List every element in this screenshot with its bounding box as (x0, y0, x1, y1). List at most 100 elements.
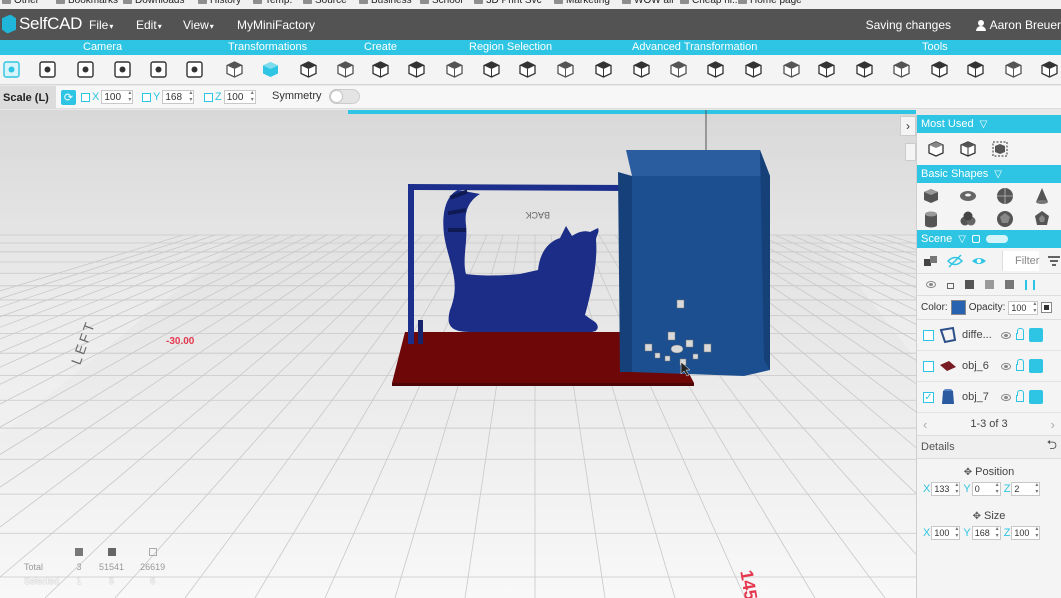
bookmark-item[interactable]: Home page (738, 0, 802, 6)
menu-file[interactable]: File▾ (89, 18, 113, 32)
select-region-icon[interactable] (445, 60, 464, 79)
tool-cube-icon[interactable] (855, 60, 874, 79)
scale-x-checkbox[interactable] (81, 92, 90, 102)
extrude-icon[interactable] (594, 60, 613, 79)
bookmark-item[interactable]: School (420, 0, 463, 6)
refresh-icon[interactable]: ⟳ (61, 90, 76, 105)
cube-wire-icon[interactable] (985, 280, 994, 289)
basic-shapes-header[interactable]: Basic Shapes ▽ (917, 165, 1061, 183)
taper-icon[interactable] (706, 60, 725, 79)
cube-open-icon[interactable] (927, 140, 945, 158)
camera-focus-icon[interactable] (38, 60, 57, 79)
tool-cube-split-icon[interactable] (1004, 60, 1023, 79)
bookmark-item[interactable]: Business (359, 0, 412, 6)
scene-header[interactable]: Scene ▽ (917, 230, 1061, 248)
menu-view[interactable]: View▾ (183, 18, 214, 32)
category-region-selection[interactable]: Region Selection (469, 41, 552, 53)
rotate-object-icon[interactable] (299, 60, 318, 79)
bookmark-item[interactable]: WOW all (622, 0, 673, 6)
subdivide-icon[interactable] (632, 60, 651, 79)
bookmark-item[interactable]: Marketing (554, 0, 610, 6)
most-used-header[interactable]: Most Used ▽ (917, 115, 1061, 133)
tool-cube-wire-icon[interactable] (892, 60, 911, 79)
twist-icon[interactable] (744, 60, 763, 79)
bookmark-item[interactable]: Temp. (253, 0, 292, 6)
cube-select-icon[interactable] (991, 140, 1009, 158)
bevel-icon[interactable] (669, 60, 688, 79)
scene-object-row[interactable]: obj_6 (917, 351, 1061, 382)
select-vertex-icon[interactable] (556, 60, 575, 79)
collapse-panel-button[interactable]: › (900, 116, 916, 136)
tool-cut-icon[interactable] (1040, 60, 1059, 79)
box-model[interactable] (618, 150, 770, 376)
panel-handle[interactable] (905, 143, 916, 161)
bookmark-item[interactable]: Bookmarks (56, 0, 118, 6)
cube-icon[interactable] (1029, 359, 1043, 373)
position-x-input[interactable]: 133 (931, 482, 961, 496)
position-z-input[interactable]: 2 (1011, 482, 1041, 496)
camera-360-icon[interactable] (2, 60, 21, 79)
cube-solid-icon[interactable] (261, 60, 280, 79)
eye-icon[interactable] (1001, 362, 1011, 370)
bookmark-item[interactable]: Downloads (123, 0, 184, 6)
scale-y-input[interactable]: 168 (162, 90, 195, 104)
cylinder-shape-icon[interactable] (922, 210, 940, 228)
bookmark-item[interactable]: Other (2, 0, 39, 6)
ball-shape-icon[interactable] (996, 210, 1014, 228)
size-x-input[interactable]: 100 (931, 526, 961, 540)
size-z-input[interactable]: 100 (1011, 526, 1041, 540)
cube-solid-icon[interactable] (1005, 280, 1014, 289)
object-checkbox[interactable] (923, 360, 934, 372)
details-header[interactable]: Details ⮌ (917, 435, 1061, 459)
sort-icon[interactable] (1045, 252, 1061, 270)
camera-reset-icon[interactable] (185, 60, 204, 79)
chevron-right-icon[interactable]: › (1051, 417, 1055, 432)
scene-canvas[interactable]: BACK LEFT -30.00 145.0 (0, 110, 916, 598)
create-shape-icon[interactable] (371, 60, 390, 79)
scale-z-input[interactable]: 100 (223, 90, 256, 104)
camera-settings-icon[interactable] (149, 60, 168, 79)
cone-shape-icon[interactable] (1033, 187, 1051, 205)
bend-icon[interactable] (782, 60, 801, 79)
selfcad-logo[interactable]: SelfCAD (2, 14, 82, 34)
object-checkbox[interactable] (923, 329, 934, 341)
opacity-input[interactable]: 100 (1008, 300, 1039, 315)
eye-icon[interactable] (1001, 393, 1011, 401)
color-swatch[interactable] (950, 300, 966, 315)
eye-icon[interactable] (970, 252, 988, 270)
category-tools[interactable]: Tools (922, 41, 948, 53)
scene-toggle-icon[interactable] (971, 235, 980, 243)
torus-shape-icon[interactable] (959, 187, 977, 205)
select-mode-icon[interactable] (225, 60, 244, 79)
camera-rotate-icon[interactable] (113, 60, 132, 79)
cube-shape-icon[interactable] (922, 187, 940, 205)
lock-icon[interactable] (947, 283, 954, 289)
category-camera[interactable]: Camera (83, 41, 122, 53)
scale-y-checkbox[interactable] (142, 92, 151, 102)
create-box-icon[interactable] (336, 60, 355, 79)
scene-view-toggle[interactable] (985, 235, 1008, 243)
chevron-left-icon[interactable]: ‹ (923, 417, 927, 432)
bookmark-item[interactable]: Source (303, 0, 347, 6)
cube-icon[interactable] (965, 280, 974, 289)
select-face-icon[interactable] (482, 60, 501, 79)
lock-icon[interactable] (1016, 328, 1024, 340)
scene-object-row[interactable]: ✓ obj_7 (917, 382, 1061, 413)
hide-icon[interactable] (946, 252, 964, 270)
tool-box-icon[interactable] (817, 60, 836, 79)
camera-save-icon[interactable] (76, 60, 95, 79)
myminifactory-link[interactable]: MyMiniFactory (237, 18, 315, 32)
scene-object-row[interactable]: diffe... (917, 320, 1061, 351)
user-menu[interactable]: Aaron Breuer (975, 18, 1061, 32)
bookmark-item[interactable]: Cheap hi... (680, 0, 740, 6)
tool-cube-slice-icon[interactable] (966, 60, 985, 79)
eye-icon[interactable] (926, 281, 936, 288)
opacity-reset-button[interactable] (1041, 302, 1053, 313)
position-y-input[interactable]: 0 (971, 482, 1001, 496)
group-icon[interactable] (922, 252, 940, 270)
cube-split-icon[interactable] (959, 140, 977, 158)
filter-input[interactable]: Filter (1002, 250, 1040, 271)
category-advanced-transformation[interactable]: Advanced Transformation (632, 41, 757, 53)
cube-icon[interactable] (1029, 390, 1043, 404)
back-arrow-icon[interactable]: ⮌ (1047, 436, 1057, 458)
